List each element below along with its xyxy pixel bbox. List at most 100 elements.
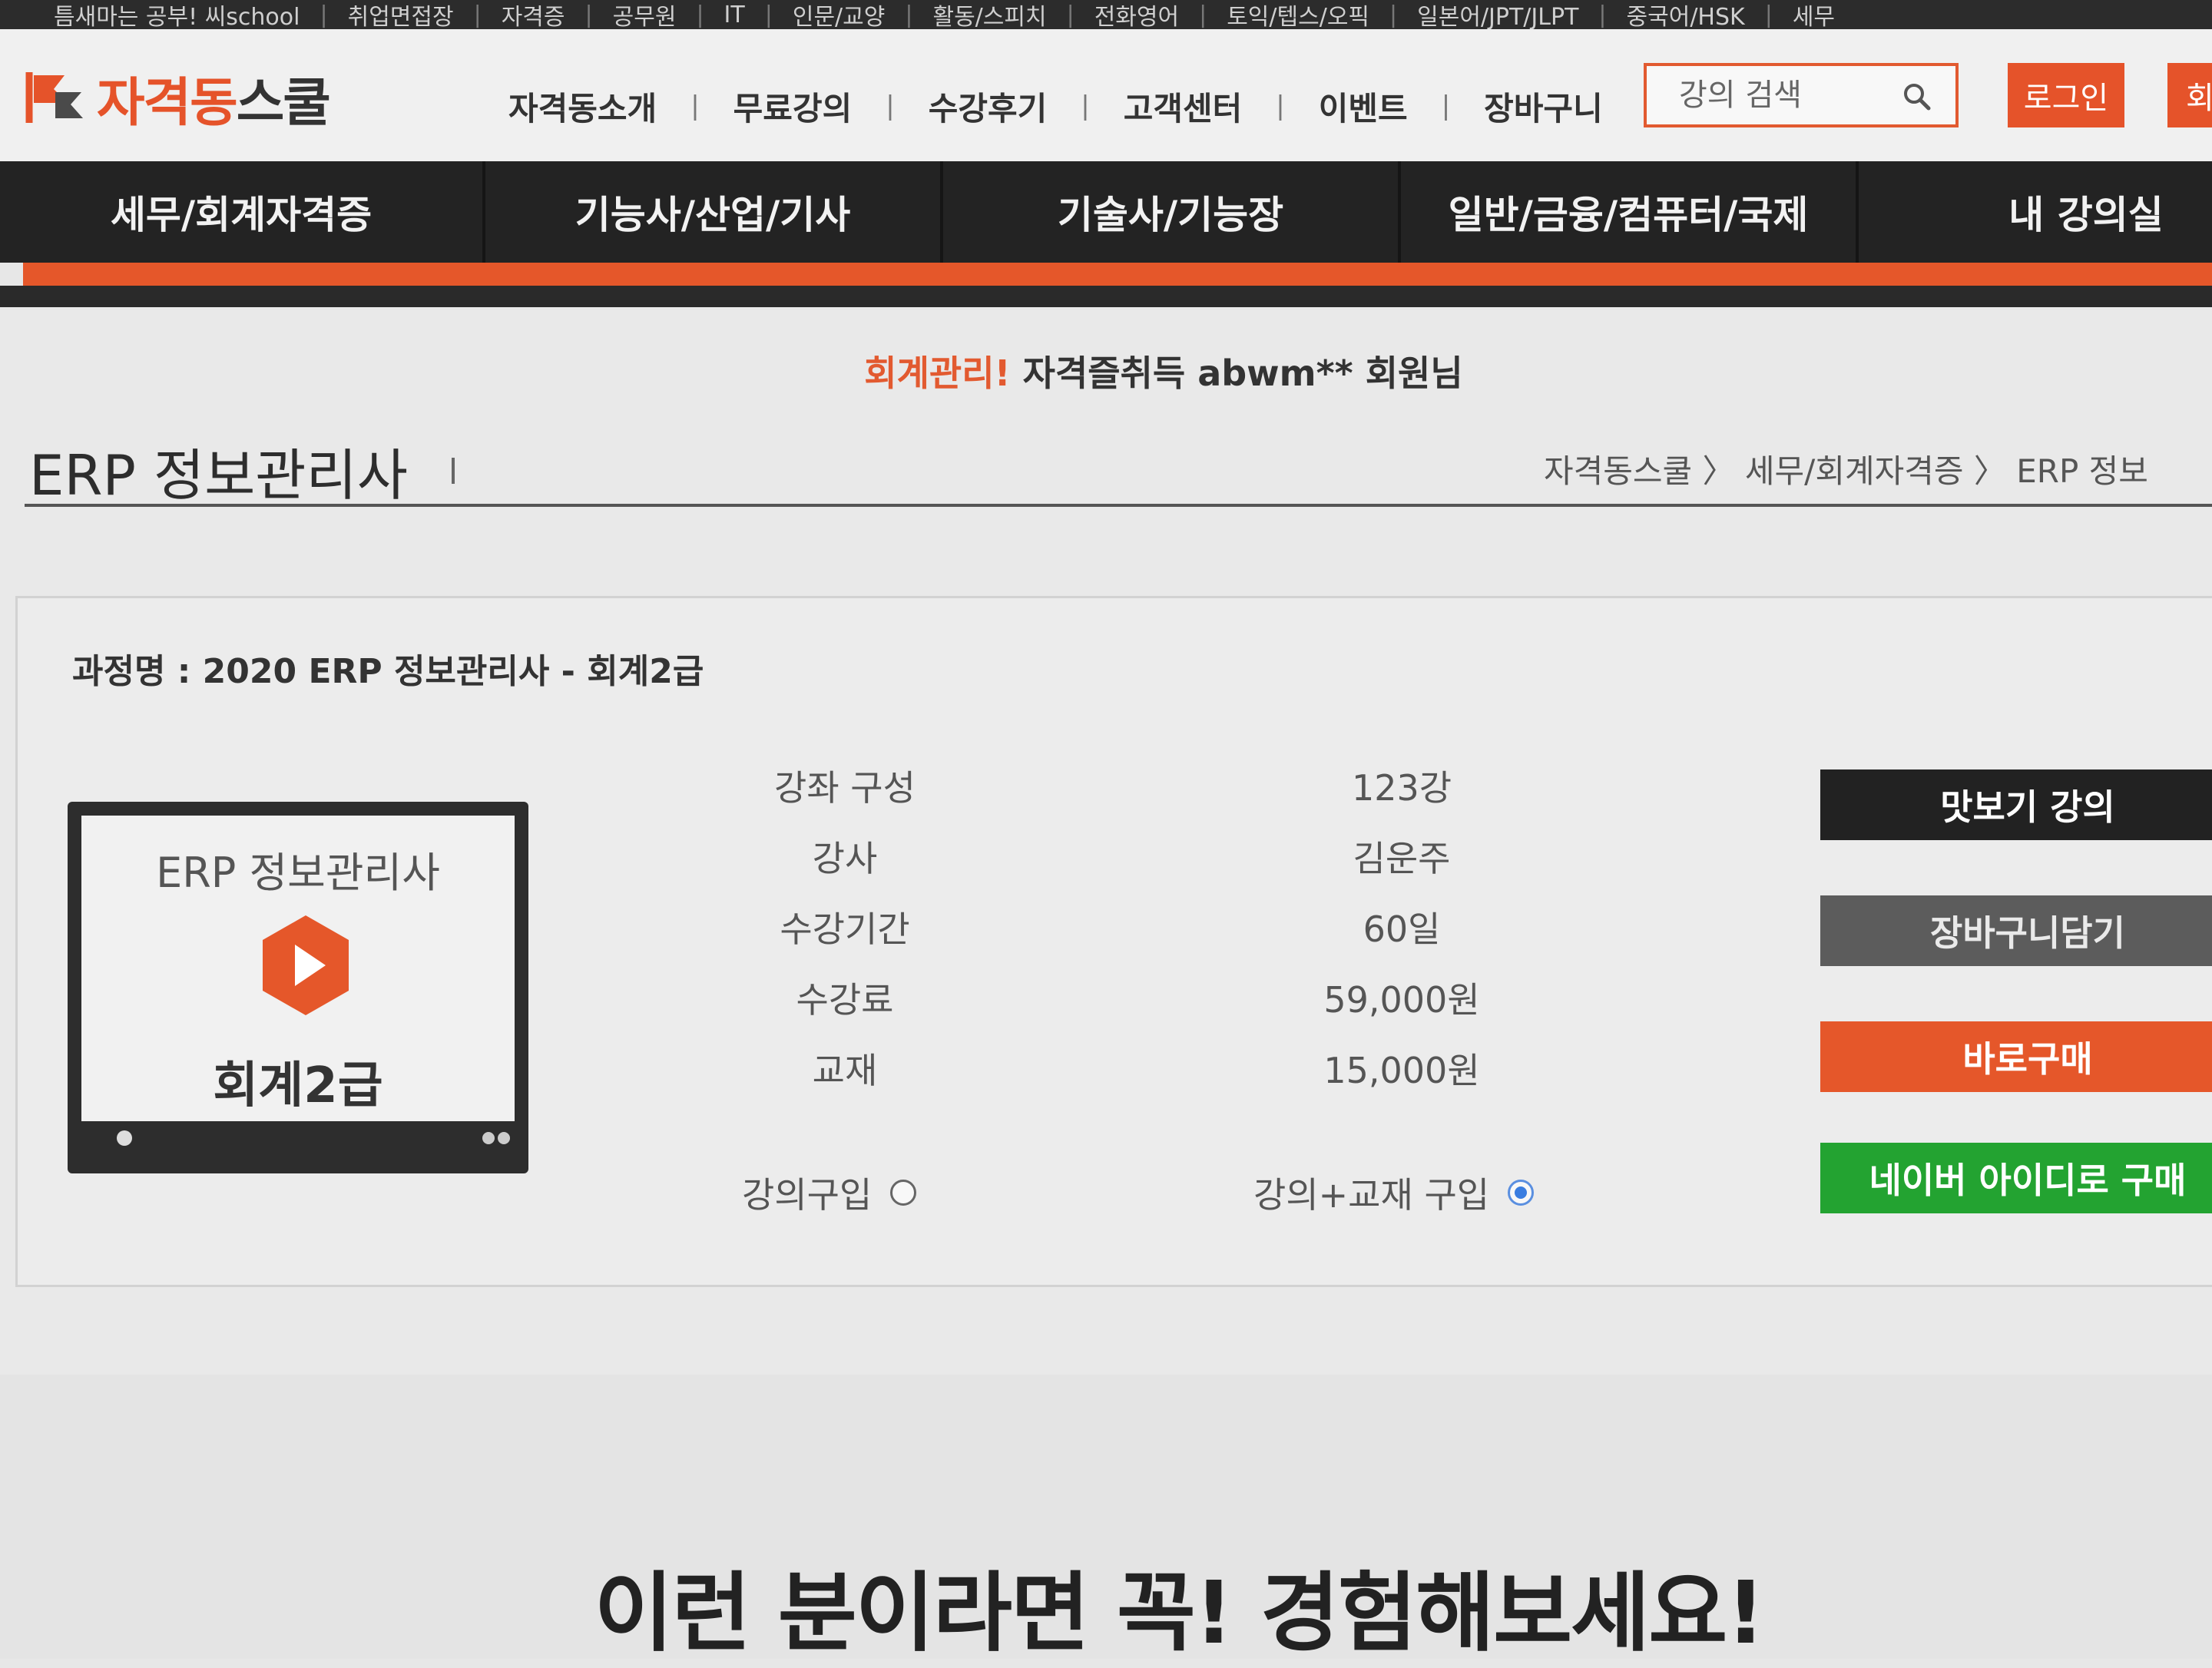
main-category-nav: 세무/회계자격증 기능사/산업/기사 기술사/기능장 일반/금융/컴퓨터/국제 … xyxy=(0,161,2212,307)
category-engineer-master[interactable]: 기술사/기능장 xyxy=(943,161,1401,263)
top-link[interactable]: 틈새마는 공부! 씨school | xyxy=(54,0,328,30)
preview-lecture-button[interactable]: 맛보기 강의 xyxy=(1820,769,2212,840)
welcome-text: 자격즐취득 abwm** 회원님 xyxy=(1010,352,1463,394)
login-button[interactable]: 로그인 xyxy=(2008,63,2124,127)
divider: | xyxy=(1199,1,1207,28)
top-link-label: 자격증 xyxy=(501,4,565,29)
course-thumbnail[interactable]: ERP 정보관리사 회계2급 xyxy=(68,802,528,1173)
info-value: 김운주 xyxy=(1353,838,1451,879)
top-link-label: 틈새마는 공부! 씨school xyxy=(54,4,300,29)
info-label: 교재 xyxy=(812,1050,878,1091)
naver-buy-button[interactable]: 네이버 아이디로 구매 xyxy=(1820,1143,2212,1213)
option-lecture-book-label: 강의+교재 구입 xyxy=(1253,1174,1490,1216)
top-link-label: 세무 xyxy=(1792,4,1836,29)
search-box xyxy=(1644,63,1959,127)
logo-text-part: 자격동 xyxy=(97,72,238,134)
category-general-finance[interactable]: 일반/금융/컴퓨터/국제 xyxy=(1401,161,1859,263)
top-service-bar: 틈새마는 공부! 씨school | 취업면접장 | 자격증 | 공무원 | IT | 인… xyxy=(0,0,2212,29)
info-label: 강좌 구성 xyxy=(774,767,916,809)
my-classroom-tab[interactable]: 내 강의실 xyxy=(1859,161,2212,263)
thumbnail-screen: ERP 정보관리사 회계2급 xyxy=(81,816,515,1121)
divider: | xyxy=(1066,1,1075,28)
top-link[interactable]: 취업면접장 | xyxy=(347,0,482,30)
divider: | xyxy=(690,91,700,121)
search-input[interactable] xyxy=(1677,77,1911,114)
course-name: 과정명 : 2020 ERP 정보관리사 - 회계2급 xyxy=(72,652,704,691)
title-divider xyxy=(452,458,455,484)
option-lecture[interactable]: 강의구입 xyxy=(742,1167,917,1218)
thumbnail-title: ERP 정보관리사 xyxy=(156,849,440,897)
nav-events[interactable]: 이벤트 xyxy=(1319,83,1408,130)
divider: | xyxy=(696,1,704,28)
top-link[interactable]: 토익/텝스/오픽 | xyxy=(1227,0,1398,30)
divider: | xyxy=(320,1,328,28)
info-value: 15,000원 xyxy=(1323,1050,1480,1091)
divider: | xyxy=(905,1,913,28)
divider: | xyxy=(1389,1,1398,28)
top-link-label: 전화영어 xyxy=(1094,4,1180,29)
title-rule xyxy=(25,504,2212,507)
top-link[interactable]: IT | xyxy=(724,2,773,28)
info-value: 60일 xyxy=(1363,908,1441,950)
top-link-label: 취업면접장 xyxy=(347,4,454,29)
divider: | xyxy=(1441,91,1451,121)
divider: | xyxy=(886,91,895,121)
top-link[interactable]: 전화영어 | xyxy=(1094,0,1207,30)
info-label: 수강기간 xyxy=(780,908,910,950)
top-link[interactable]: 세무 xyxy=(1793,0,1835,29)
top-link-label: 일본어/JPT/JLPT xyxy=(1417,4,1579,29)
category-craftsman-industrial[interactable]: 기능사/산업/기사 xyxy=(485,161,943,263)
site-header: 자격동스쿨 자격동소개 | 무료강의 | 수강후기 | 고객센터 | 이벤트 |… xyxy=(0,29,2212,161)
divider: | xyxy=(584,1,593,28)
option-lecture-label: 강의구입 xyxy=(742,1174,873,1216)
top-link[interactable]: 공무원 | xyxy=(612,0,704,30)
promo-headline: 이런 분이라면 꼭! 경험해보세요! xyxy=(594,1564,1766,1663)
divider: | xyxy=(1081,91,1090,121)
play-icon[interactable] xyxy=(260,914,352,1017)
info-label: 수강료 xyxy=(796,979,894,1021)
add-to-cart-button[interactable]: 장바구니담기 xyxy=(1820,895,2212,966)
search-icon[interactable] xyxy=(1902,81,1932,112)
nav-cart[interactable]: 장바구니 xyxy=(1484,83,1603,130)
nav-free-lectures[interactable]: 무료강의 xyxy=(733,83,853,130)
divider: | xyxy=(1276,91,1285,121)
welcome-message: 회계관리! 자격즐취득 abwm** 회원님 xyxy=(0,346,2212,396)
info-value: 59,000원 xyxy=(1323,979,1480,1021)
thumbnail-dots xyxy=(482,1132,513,1144)
info-value: 123강 xyxy=(1351,767,1452,809)
option-lecture-book-radio[interactable] xyxy=(1508,1180,1535,1206)
breadcrumb[interactable]: 자격동스쿨 〉 세무/회계자격증 〉 ERP 정보 xyxy=(1544,445,2148,492)
option-lecture-book[interactable]: 강의+교재 구입 xyxy=(1253,1167,1535,1218)
site-logo[interactable]: 자격동스쿨 xyxy=(25,63,331,134)
divider: | xyxy=(764,1,773,28)
utility-nav: 자격동소개 | 무료강의 | 수강후기 | 고객센터 | 이벤트 | 장바구니 xyxy=(508,75,1603,137)
join-button[interactable]: 회 xyxy=(2167,63,2212,127)
nav-bottom-strip xyxy=(0,286,2212,307)
thumbnail-dot xyxy=(117,1130,132,1146)
welcome-highlight: 회계관리! xyxy=(864,352,1011,394)
nav-reviews[interactable]: 수강후기 xyxy=(929,83,1048,130)
top-link[interactable]: 일본어/JPT/JLPT | xyxy=(1417,0,1607,30)
info-label: 강사 xyxy=(812,838,878,879)
nav-about[interactable]: 자격동소개 xyxy=(508,83,657,130)
nav-customer-center[interactable]: 고객센터 xyxy=(1124,83,1243,130)
top-link[interactable]: 활동/스피치 | xyxy=(932,0,1075,30)
thumbnail-subtitle: 회계2급 xyxy=(213,1057,383,1114)
top-link[interactable]: 중국어/HSK | xyxy=(1626,0,1773,30)
logo-flag-icon xyxy=(25,72,83,123)
logo-text-part: 스쿨 xyxy=(236,72,331,134)
top-link-label: 공무원 xyxy=(612,4,677,29)
option-lecture-radio[interactable] xyxy=(890,1180,917,1206)
top-link[interactable]: 자격증 | xyxy=(501,0,593,30)
top-link-label: 중국어/HSK xyxy=(1626,4,1745,29)
top-link-label: 토익/텝스/오픽 xyxy=(1227,4,1370,29)
category-tax-accounting[interactable]: 세무/회계자격증 xyxy=(0,161,485,263)
divider: | xyxy=(473,1,482,28)
top-link-label: 활동/스피치 xyxy=(932,4,1047,29)
accent-bar xyxy=(23,263,2212,286)
page-title: ERP 정보관리사 xyxy=(29,443,409,508)
buy-now-button[interactable]: 바로구매 xyxy=(1820,1021,2212,1092)
divider: | xyxy=(1598,1,1607,28)
top-link[interactable]: 인문/교양 | xyxy=(793,0,913,30)
divider: | xyxy=(1764,1,1773,28)
